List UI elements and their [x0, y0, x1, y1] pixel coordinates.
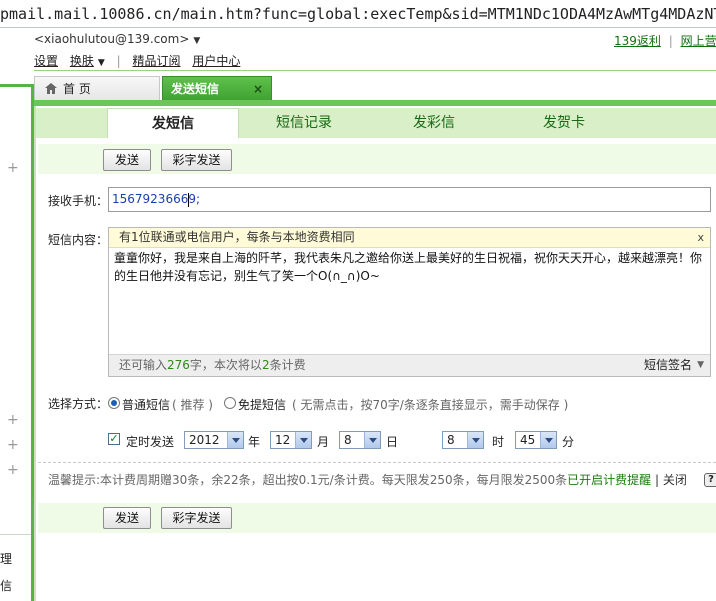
tab-label: 首 页	[63, 82, 91, 96]
sidebar-divider	[0, 534, 31, 535]
billing-tips-text: 温馨提示:本计费周期赠30条，余22条，超出按0.1元/条计费。每天限发250条…	[48, 473, 568, 487]
receiver-phone-input[interactable]: 15679236669;	[108, 187, 711, 212]
year-unit: 年	[248, 435, 261, 449]
receiver-label: 接收手机：	[48, 194, 109, 208]
chevron-down-icon	[540, 432, 556, 448]
address-bar[interactable]: pmail.mail.10086.cn/main.htm?func=global…	[0, 0, 716, 28]
free-sms-label[interactable]: 免提短信	[238, 396, 286, 413]
chevron-down-icon	[364, 432, 380, 448]
message-box: 有1位联通或电信用户，每条与本地资费相同 x 童童你好，我是来自上海的阡芊，我代…	[108, 227, 711, 377]
schedule-label[interactable]: 定时发送	[126, 433, 174, 450]
subtab-send-sms[interactable]: 发短信	[107, 108, 239, 138]
help-icon[interactable]: ?	[704, 473, 716, 487]
chevron-down-icon	[227, 432, 243, 448]
month-select[interactable]: 12	[270, 431, 312, 449]
subtab-sms-records[interactable]: 短信记录	[240, 108, 368, 138]
expand-plus-icon[interactable]: +	[7, 412, 19, 428]
expand-plus-icon[interactable]: +	[7, 462, 19, 478]
normal-sms-radio[interactable]	[108, 397, 120, 409]
content-label: 短信内容：	[48, 233, 109, 247]
chevron-down-icon	[467, 432, 483, 448]
color-send-button[interactable]: 彩字发送	[161, 149, 232, 171]
year-select[interactable]: 2012	[184, 431, 244, 449]
month-unit: 月	[317, 435, 330, 449]
schedule-checkbox[interactable]: ✓	[108, 433, 120, 445]
hour-unit: 时	[492, 435, 505, 449]
send-button[interactable]: 发送	[103, 507, 151, 529]
tab-home[interactable]: 首 页	[34, 76, 160, 101]
divider	[38, 462, 716, 463]
divider: |	[116, 54, 121, 68]
header-divider	[34, 70, 716, 71]
text-caret	[188, 193, 189, 207]
chevron-down-icon: ▼	[193, 36, 201, 46]
message-footer: 还可输入276字，本次将以2条计费 短信签名 ▼	[109, 354, 710, 376]
minute-unit: 分	[562, 435, 575, 449]
user-email: <xiaohulutou@139.com>	[34, 32, 190, 46]
day-select[interactable]: 8	[339, 431, 381, 449]
close-icon[interactable]: ×	[253, 77, 263, 101]
sms-count: 2	[261, 358, 270, 372]
billing-reminder-status: 已开启计费提醒	[567, 473, 652, 487]
message-textarea[interactable]: 童童你好，我是来自上海的阡芊，我代表朱凡之邀给你送上最美好的生日祝福，祝你天天开…	[114, 249, 707, 285]
settings-link[interactable]: 设置	[34, 54, 58, 68]
expand-plus-icon[interactable]: +	[7, 160, 19, 176]
rebate-link[interactable]: 139返利	[614, 34, 661, 48]
hour-select[interactable]: 8	[442, 431, 484, 449]
minute-select[interactable]: 45	[515, 431, 557, 449]
subscribe-link[interactable]: 精品订阅	[132, 54, 180, 68]
divider: |	[668, 34, 673, 48]
rate-notice-text: 有1位联通或电信用户，每条与本地资费相同	[119, 230, 355, 244]
remaining-chars: 276	[167, 358, 190, 372]
day-unit: 日	[386, 435, 399, 449]
normal-sms-label[interactable]: 普通短信	[122, 396, 170, 413]
rate-notice: 有1位联通或电信用户，每条与本地资费相同 x	[109, 228, 710, 248]
sidebar-item[interactable]: 信	[0, 577, 12, 594]
chevron-down-icon	[295, 432, 311, 448]
expand-plus-icon[interactable]: +	[7, 437, 19, 453]
free-sms-radio[interactable]	[224, 397, 236, 409]
billing-tips: 温馨提示:本计费周期赠30条，余22条，超出按0.1元/条计费。每天限发250条…	[48, 471, 687, 488]
sidebar-top-border	[0, 84, 31, 93]
tab-send-sms[interactable]: 发送短信 ×	[162, 76, 272, 102]
free-sms-note: ( 无需点击，按70字/条逐条直接显示，需手动保存 )	[292, 398, 569, 412]
color-send-button[interactable]: 彩字发送	[161, 507, 232, 529]
divider: |	[655, 473, 660, 487]
top-links: 设置 换肤 ▼ | 精品订阅 用户中心	[34, 52, 248, 69]
receiver-phone-value: 15679236669;	[112, 192, 201, 206]
chevron-down-icon[interactable]: ▼	[98, 58, 105, 68]
subtab-send-card[interactable]: 发贺卡	[500, 108, 628, 138]
send-button[interactable]: 发送	[103, 149, 151, 171]
sidebar-item[interactable]: 理	[0, 550, 12, 567]
url-text: pmail.mail.10086.cn/main.htm?func=global…	[0, 5, 716, 23]
chevron-down-icon[interactable]: ▼	[697, 355, 704, 376]
home-icon	[45, 83, 57, 94]
close-icon[interactable]: x	[697, 228, 704, 247]
user-center-link[interactable]: 用户中心	[192, 54, 240, 68]
tab-label: 发送短信	[171, 82, 220, 96]
char-counter: 还可输入276字，本次将以2条计费	[119, 358, 306, 372]
signature-dropdown[interactable]: 短信签名	[644, 355, 692, 376]
online-hall-link[interactable]: 网上营业	[681, 34, 716, 48]
normal-sms-note: ( 推荐 )	[172, 398, 213, 412]
mode-label: 选择方式：	[48, 397, 109, 411]
close-reminder-link[interactable]: 关闭	[663, 473, 687, 487]
skin-link[interactable]: 换肤	[70, 54, 94, 68]
subtab-send-mms[interactable]: 发彩信	[370, 108, 498, 138]
left-sidebar: + + + + 理 信	[0, 84, 34, 601]
right-links: 139返利 | 网上营业	[614, 32, 716, 49]
user-account-menu[interactable]: <xiaohulutou@139.com> ▼	[34, 32, 200, 46]
